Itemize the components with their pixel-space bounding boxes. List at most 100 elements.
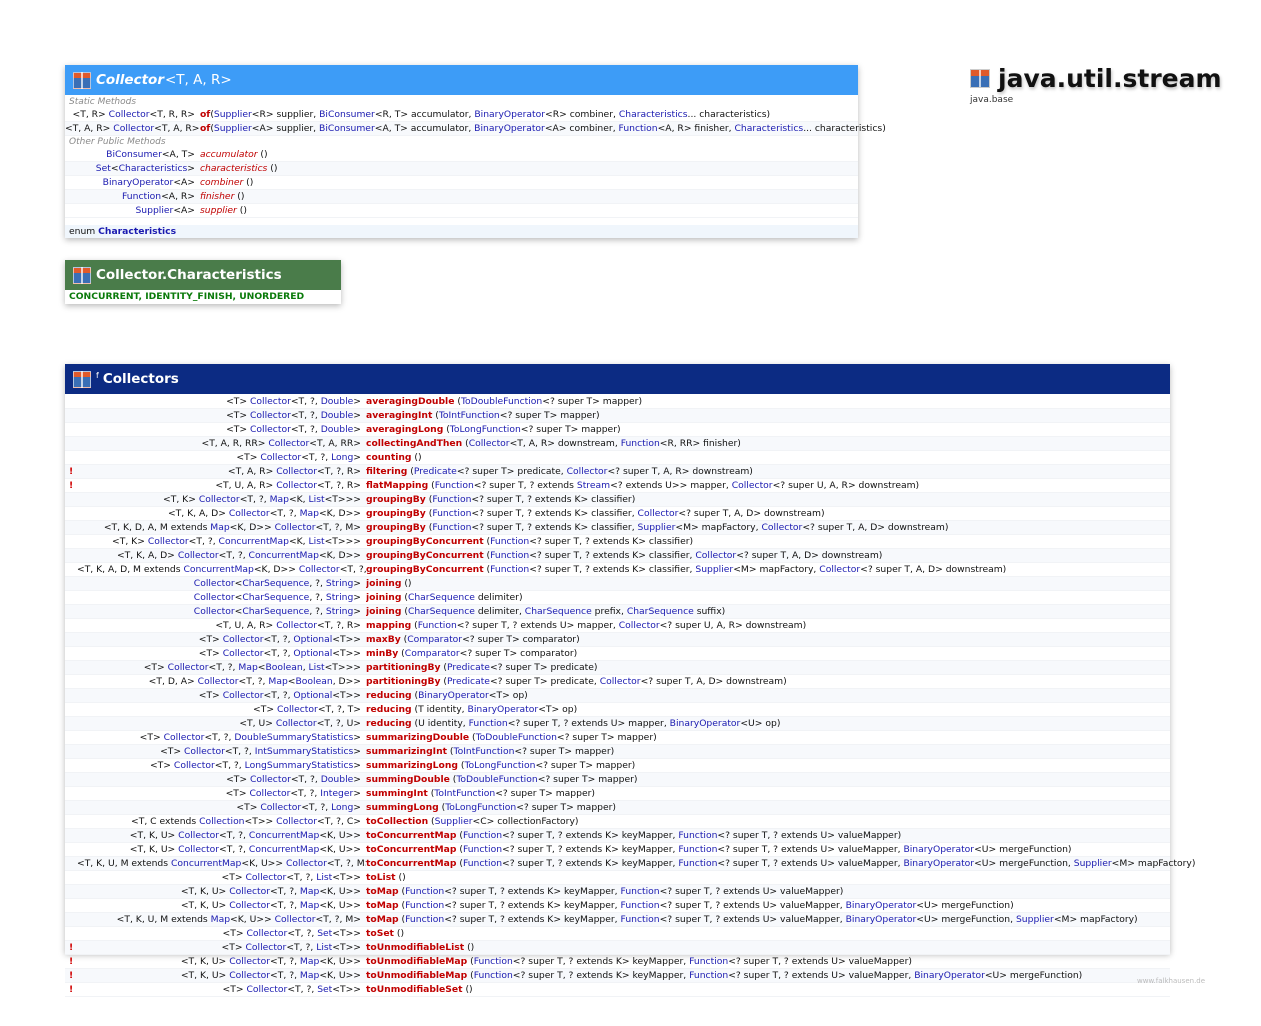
collector-header[interactable]: Collector <T, A, R>: [65, 65, 858, 95]
method-name[interactable]: groupingByConcurrent: [366, 536, 484, 547]
method-row[interactable]: <T> Collector<T, ?, LongSummaryStatistic…: [65, 759, 1170, 773]
method-name[interactable]: partitioningBy: [366, 662, 441, 673]
method-name[interactable]: flatMapping: [366, 480, 428, 491]
method-name[interactable]: collectingAndThen: [366, 438, 462, 449]
method-name[interactable]: groupingByConcurrent: [366, 550, 484, 561]
enum-link[interactable]: Characteristics: [98, 226, 176, 237]
method-row[interactable]: <T, K, A, D> Collector<T, ?, Map<K, D>> g…: [65, 507, 1170, 521]
method-row[interactable]: ! <T, A, R> Collector<T, ?, R> filtering (…: [65, 465, 1170, 479]
method-row[interactable]: <T, C extends Collection<T>> Collector<T…: [65, 815, 1170, 829]
method-name[interactable]: summarizingInt: [366, 746, 447, 757]
method-name[interactable]: minBy: [366, 648, 398, 659]
method-name[interactable]: reducing: [366, 690, 412, 701]
method-row[interactable]: <T, U, A, R> Collector<T, ?, R> mapping (…: [65, 619, 1170, 633]
method-row[interactable]: BiConsumer<A, T> accumulator (): [65, 148, 858, 162]
method-row[interactable]: <T, K, U> Collector<T, ?, Map<K, U>> toMa…: [65, 885, 1170, 899]
method-name[interactable]: combiner: [200, 177, 243, 188]
method-name[interactable]: joining: [366, 606, 401, 617]
method-row[interactable]: <T> Collector<T, ?, Double> averagingLong…: [65, 423, 1170, 437]
method-row[interactable]: <T> Collector<T, ?, Optional<T>> maxBy (C…: [65, 633, 1170, 647]
method-row[interactable]: ! <T> Collector<T, ?, Set<T>> toUnmodifiab…: [65, 983, 1170, 997]
method-name[interactable]: finisher: [200, 191, 234, 202]
characteristics-header[interactable]: Collector.Characteristics: [65, 260, 341, 290]
method-name[interactable]: summarizingDouble: [366, 732, 469, 743]
method-row[interactable]: <T> Collector<T, ?, Optional<T>> minBy (C…: [65, 647, 1170, 661]
method-row[interactable]: <T> Collector<T, ?, Double> summingDouble…: [65, 773, 1170, 787]
method-row[interactable]: ! <T, U, A, R> Collector<T, ?, R> flatMapp…: [65, 479, 1170, 493]
method-row[interactable]: <T, K> Collector<T, ?, Map<K, List<T>>> g…: [65, 493, 1170, 507]
method-name[interactable]: summarizingLong: [366, 760, 458, 771]
method-name[interactable]: toMap: [366, 886, 399, 897]
method-row[interactable]: ! <T, K, U> Collector<T, ?, Map<K, U>> toU…: [65, 955, 1170, 969]
method-name[interactable]: toMap: [366, 900, 399, 911]
method-name[interactable]: averagingLong: [366, 424, 443, 435]
method-name[interactable]: maxBy: [366, 634, 401, 645]
method-name[interactable]: reducing: [366, 718, 412, 729]
method-row[interactable]: <T, D, A> Collector<T, ?, Map<Boolean, D…: [65, 675, 1170, 689]
method-row[interactable]: <T, K, U, M extends Map<K, U>> Collector…: [65, 913, 1170, 927]
method-row[interactable]: <T, U> Collector<T, ?, U> reducing (U ide…: [65, 717, 1170, 731]
method-name[interactable]: toUnmodifiableMap: [366, 970, 467, 981]
method-name[interactable]: characteristics: [200, 163, 267, 174]
method-name[interactable]: toUnmodifiableSet: [366, 984, 463, 995]
method-row[interactable]: <T> Collector<T, ?, IntSummaryStatistics…: [65, 745, 1170, 759]
method-name[interactable]: toUnmodifiableMap: [366, 956, 467, 967]
method-name[interactable]: groupingBy: [366, 508, 426, 519]
method-name[interactable]: joining: [366, 578, 401, 589]
method-row[interactable]: <T> Collector<T, ?, List<T>> toList (): [65, 871, 1170, 885]
method-name[interactable]: toList: [366, 872, 396, 883]
method-row[interactable]: Supplier<A> supplier (): [65, 204, 858, 218]
method-name[interactable]: groupingBy: [366, 494, 426, 505]
method-row[interactable]: <T> Collector<T, ?, T> reducing (T identi…: [65, 703, 1170, 717]
collectors-header[interactable]: f Collectors: [65, 364, 1170, 394]
method-row[interactable]: <T, K> Collector<T, ?, ConcurrentMap<K, …: [65, 535, 1170, 549]
method-name[interactable]: accumulator: [200, 149, 258, 160]
method-row[interactable]: Collector<CharSequence, ?, String> joinin…: [65, 591, 1170, 605]
method-row[interactable]: <T> Collector<T, ?, Double> averagingDoub…: [65, 395, 1170, 409]
method-name[interactable]: toConcurrentMap: [366, 830, 456, 841]
method-row[interactable]: <T> Collector<T, ?, Integer> summingInt (…: [65, 787, 1170, 801]
method-row[interactable]: <T, R> Collector<T, R, R> of(Supplier<R> …: [65, 108, 858, 122]
method-name[interactable]: joining: [366, 592, 401, 603]
method-name[interactable]: summingLong: [366, 802, 439, 813]
method-row[interactable]: <T> Collector<T, ?, Long> counting (): [65, 451, 1170, 465]
method-row[interactable]: <T, K, U> Collector<T, ?, Map<K, U>> toMa…: [65, 899, 1170, 913]
method-row[interactable]: <T, K, U> Collector<T, ?, ConcurrentMap<…: [65, 843, 1170, 857]
method-row[interactable]: <T> Collector<T, ?, Double> averagingInt …: [65, 409, 1170, 423]
method-row[interactable]: <T> Collector<T, ?, Long> summingLong (To…: [65, 801, 1170, 815]
method-name[interactable]: toUnmodifiableList: [366, 942, 464, 953]
nested-enum-row[interactable]: enum Characteristics: [65, 225, 858, 238]
method-name[interactable]: summingDouble: [366, 774, 450, 785]
method-name[interactable]: toConcurrentMap: [366, 858, 456, 869]
method-name[interactable]: mapping: [366, 620, 411, 631]
method-name[interactable]: of: [200, 109, 210, 120]
method-row[interactable]: <T, K, A, D> Collector<T, ?, ConcurrentM…: [65, 549, 1170, 563]
method-name[interactable]: averagingDouble: [366, 396, 454, 407]
method-row[interactable]: Set<Characteristics> characteristics (): [65, 162, 858, 176]
method-name[interactable]: of: [200, 123, 210, 134]
method-row[interactable]: <T, K, D, A, M extends Map<K, D>> Collec…: [65, 521, 1170, 535]
method-name[interactable]: summingInt: [366, 788, 428, 799]
method-row[interactable]: ! <T, K, U> Collector<T, ?, Map<K, U>> toU…: [65, 969, 1170, 983]
method-name[interactable]: toMap: [366, 914, 399, 925]
method-name[interactable]: toConcurrentMap: [366, 844, 456, 855]
method-name[interactable]: toSet: [366, 928, 394, 939]
method-row[interactable]: <T> Collector<T, ?, Optional<T>> reducing…: [65, 689, 1170, 703]
method-row[interactable]: Collector<CharSequence, ?, String> joinin…: [65, 577, 1170, 591]
method-row[interactable]: <T, A, R, RR> Collector<T, A, RR> collect…: [65, 437, 1170, 451]
method-row[interactable]: <T> Collector<T, ?, Set<T>> toSet (): [65, 927, 1170, 941]
method-row[interactable]: BinaryOperator<A> combiner (): [65, 176, 858, 190]
method-name[interactable]: averagingInt: [366, 410, 432, 421]
method-row[interactable]: <T, K, U, M extends ConcurrentMap<K, U>>…: [65, 857, 1195, 871]
method-row[interactable]: Collector<CharSequence, ?, String> joinin…: [65, 605, 1170, 619]
method-name[interactable]: groupingBy: [366, 522, 426, 533]
method-row[interactable]: Function<A, R> finisher (): [65, 190, 858, 204]
method-row[interactable]: <T, K, A, D, M extends ConcurrentMap<K, …: [65, 563, 1170, 577]
method-row[interactable]: ! <T> Collector<T, ?, List<T>> toUnmodifia…: [65, 941, 1170, 955]
method-row[interactable]: <T> Collector<T, ?, DoubleSummaryStatist…: [65, 731, 1170, 745]
method-row[interactable]: <T, A, R> Collector<T, A, R> of(Supplier<…: [65, 122, 886, 136]
method-name[interactable]: groupingByConcurrent: [366, 564, 484, 575]
method-row[interactable]: <T, K, U> Collector<T, ?, ConcurrentMap<…: [65, 829, 1170, 843]
method-name[interactable]: filtering: [366, 466, 407, 477]
method-row[interactable]: <T> Collector<T, ?, Map<Boolean, List<T>…: [65, 661, 1170, 675]
